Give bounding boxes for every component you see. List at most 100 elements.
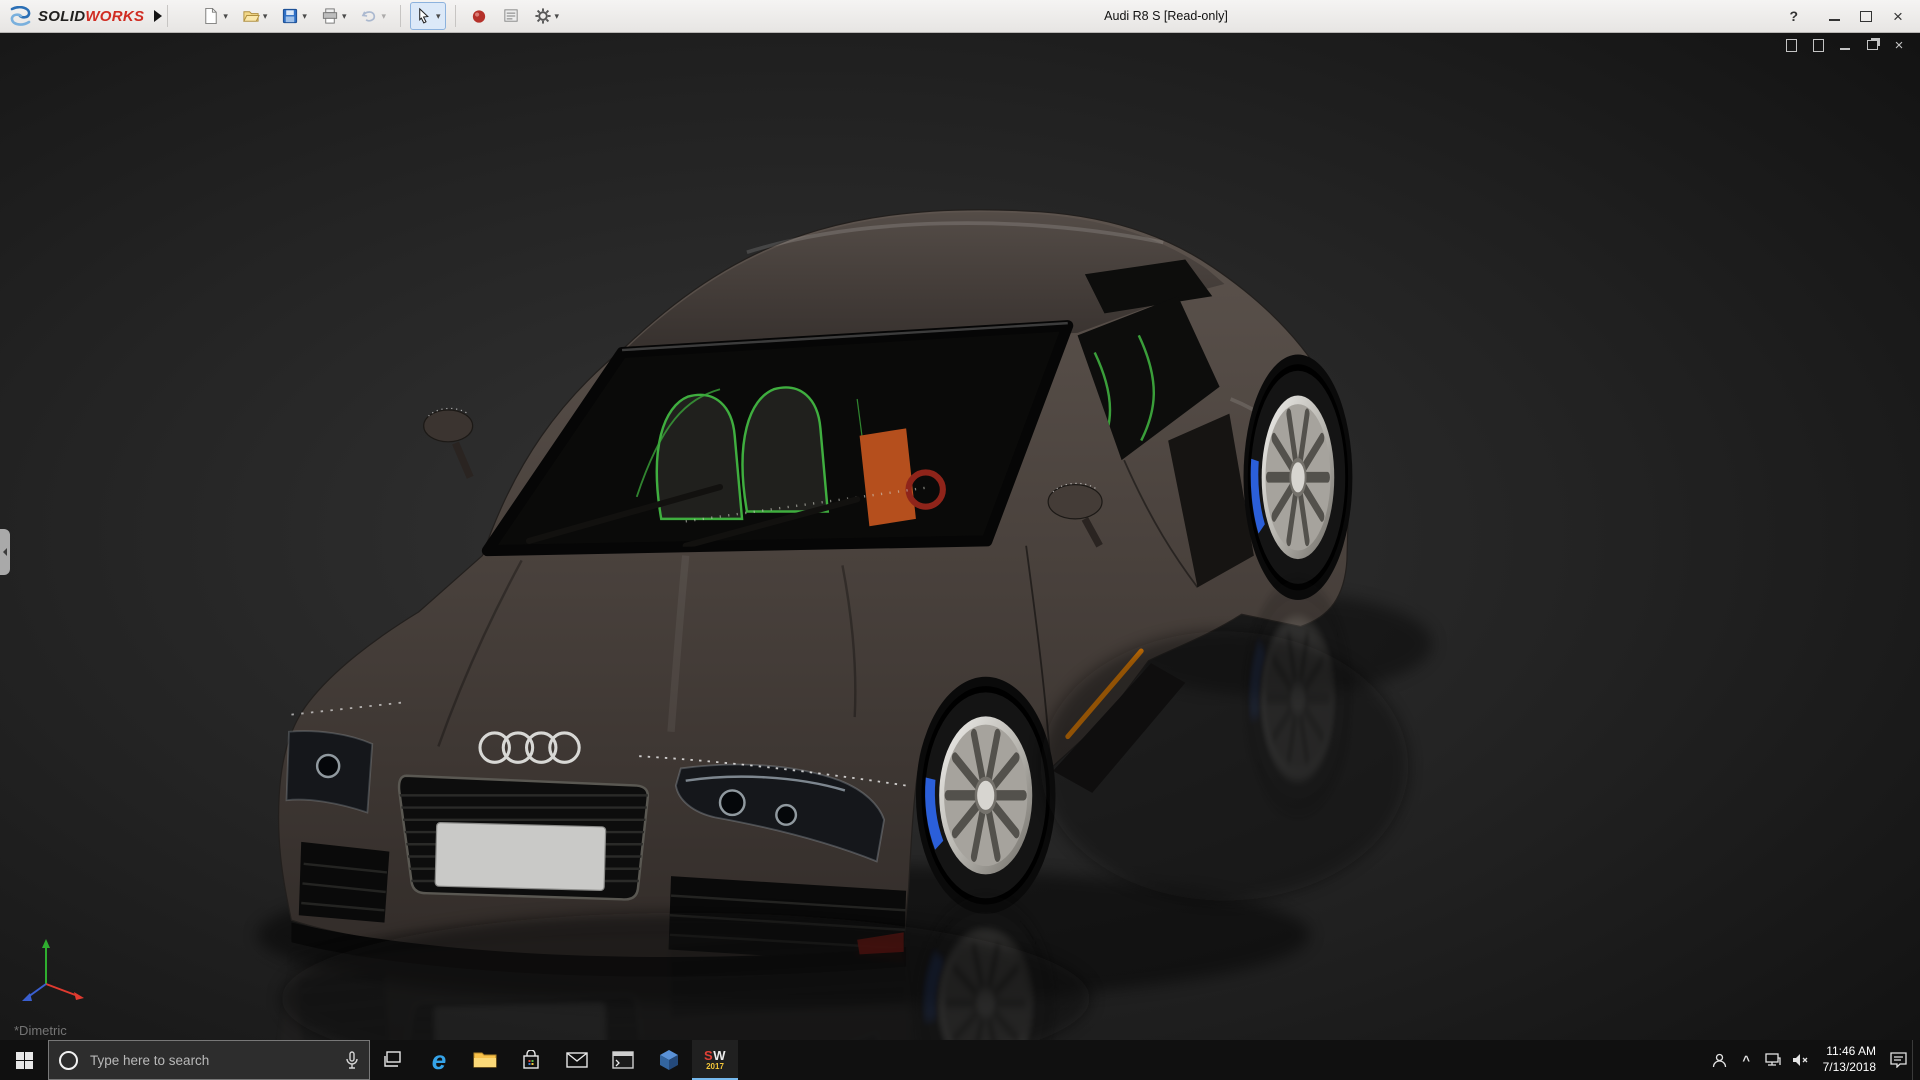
app-window-icon [612, 1051, 634, 1069]
select-tool-button[interactable]: ▾ [410, 2, 446, 30]
search-input[interactable] [88, 1052, 345, 1069]
display-settings-icon [502, 7, 520, 25]
mdi-restore-icon[interactable] [1865, 38, 1879, 52]
brand-solid: SOLID [38, 8, 85, 25]
view-orientation-label: *Dimetric [14, 1023, 67, 1038]
taskbar-spacer [738, 1040, 1706, 1080]
tray-people-button[interactable] [1706, 1040, 1733, 1080]
clock-date: 7/13/2018 [1823, 1060, 1876, 1076]
action-center-button[interactable] [1885, 1040, 1912, 1080]
tray-volume-button[interactable] [1787, 1040, 1814, 1080]
dropdown-arrow[interactable]: ▾ [223, 12, 228, 21]
taskbar-app-mail[interactable] [554, 1040, 600, 1080]
save-icon [281, 7, 299, 25]
taskbar-app-window[interactable] [600, 1040, 646, 1080]
save-button[interactable]: ▾ [276, 2, 312, 30]
tray-expand-button[interactable]: ^ [1733, 1040, 1760, 1080]
taskbar: e [0, 1040, 1920, 1080]
sw-icon-w: W [713, 1048, 726, 1063]
separator [455, 5, 456, 27]
undo-icon [360, 7, 378, 25]
open-document-button[interactable]: ▾ [237, 2, 273, 30]
dropdown-arrow[interactable]: ▾ [302, 12, 307, 21]
taskbar-app-file-explorer[interactable] [462, 1040, 508, 1080]
dropdown-arrow[interactable]: ▾ [263, 12, 268, 21]
task-pane-collapse-tab[interactable] [0, 529, 10, 575]
new-document-button[interactable]: ▾ [197, 2, 233, 30]
quick-toolbar: ▾ ▾ ▾ ▾ [197, 2, 564, 30]
chevron-up-icon: ^ [1742, 1053, 1750, 1068]
microphone-icon[interactable] [345, 1051, 359, 1069]
taskbar-app-cube[interactable] [646, 1040, 692, 1080]
sw-icon-year: 2017 [706, 1063, 724, 1071]
orientation-triad [16, 932, 96, 1012]
x-axis-arrow [74, 992, 84, 1000]
mdi-close-icon[interactable]: × [1892, 38, 1906, 52]
mail-icon [566, 1052, 588, 1068]
titlebar: SOLIDWORKS ▾ ▾ ▾ [0, 0, 1920, 33]
select-cursor-icon [415, 7, 433, 25]
front-wheel[interactable] [916, 677, 1056, 914]
menu-expand-button[interactable] [154, 10, 162, 22]
dropdown-arrow[interactable]: ▾ [381, 12, 386, 21]
display-settings-button[interactable] [497, 2, 525, 30]
speaker-icon [1792, 1053, 1809, 1067]
windows-logo-icon [16, 1052, 33, 1069]
options-button[interactable]: ▾ [529, 2, 565, 30]
show-desktop-button[interactable] [1912, 1040, 1920, 1080]
license-plate[interactable] [435, 823, 606, 891]
solidworks-logo: SOLIDWORKS [8, 6, 144, 26]
sw-icon-s: S [704, 1048, 713, 1063]
taskbar-search[interactable] [48, 1040, 370, 1080]
maximize-button[interactable] [1850, 1, 1882, 31]
separator [400, 5, 401, 27]
mdi-minimize-icon[interactable] [1838, 38, 1852, 52]
headlight-left[interactable] [287, 731, 373, 812]
minimize-button[interactable] [1818, 1, 1850, 31]
store-icon [521, 1050, 541, 1070]
close-icon: × [1893, 8, 1903, 25]
new-document-icon [202, 7, 220, 25]
help-button[interactable]: ? [1789, 8, 1798, 24]
3ds-logo-icon [8, 6, 34, 26]
taskbar-clock[interactable]: 11:46 AM 7/13/2018 [1814, 1040, 1885, 1080]
dropdown-arrow[interactable]: ▾ [436, 12, 441, 21]
3d-model-scene[interactable] [0, 32, 1920, 1040]
tray-network-button[interactable] [1760, 1040, 1787, 1080]
minimize-icon [1829, 19, 1840, 21]
action-center-icon [1890, 1052, 1907, 1068]
screen: SOLIDWORKS ▾ ▾ ▾ [0, 0, 1920, 1080]
print-icon [321, 7, 339, 25]
close-button[interactable]: × [1882, 1, 1914, 31]
file-explorer-icon [473, 1050, 497, 1070]
maximize-icon [1860, 11, 1872, 22]
taskbar-app-store[interactable] [508, 1040, 554, 1080]
y-axis-arrow [42, 939, 50, 948]
dropdown-arrow[interactable]: ▾ [555, 12, 560, 21]
appearance-sphere-icon [470, 7, 488, 25]
taskbar-app-edge[interactable]: e [416, 1040, 462, 1080]
task-view-button[interactable] [370, 1040, 416, 1080]
taskbar-app-solidworks[interactable]: SW 2017 [692, 1040, 738, 1080]
network-icon [1765, 1053, 1781, 1067]
document-window-controls: × [1784, 38, 1906, 52]
rear-wheel[interactable] [1244, 355, 1353, 600]
start-button[interactable] [0, 1040, 48, 1080]
window-controls: ? × [1789, 1, 1914, 31]
brand-text: SOLIDWORKS [38, 8, 144, 25]
mdi-window-icon[interactable] [1811, 38, 1825, 52]
graphics-area[interactable]: × *Dimetric [0, 32, 1920, 1040]
separator [167, 5, 168, 27]
appearances-button[interactable] [465, 2, 493, 30]
person-icon [1712, 1053, 1727, 1068]
gear-icon [534, 7, 552, 25]
edge-icon: e [432, 1047, 446, 1073]
open-document-icon [242, 7, 260, 25]
cortana-icon [59, 1051, 78, 1070]
print-button[interactable]: ▾ [316, 2, 352, 30]
dropdown-arrow[interactable]: ▾ [342, 12, 347, 21]
clock-time: 11:46 AM [1826, 1044, 1876, 1060]
undo-button[interactable]: ▾ [355, 2, 391, 30]
window-title: Audi R8 S [Read-only] [1104, 9, 1228, 23]
mdi-window-icon[interactable] [1784, 38, 1798, 52]
